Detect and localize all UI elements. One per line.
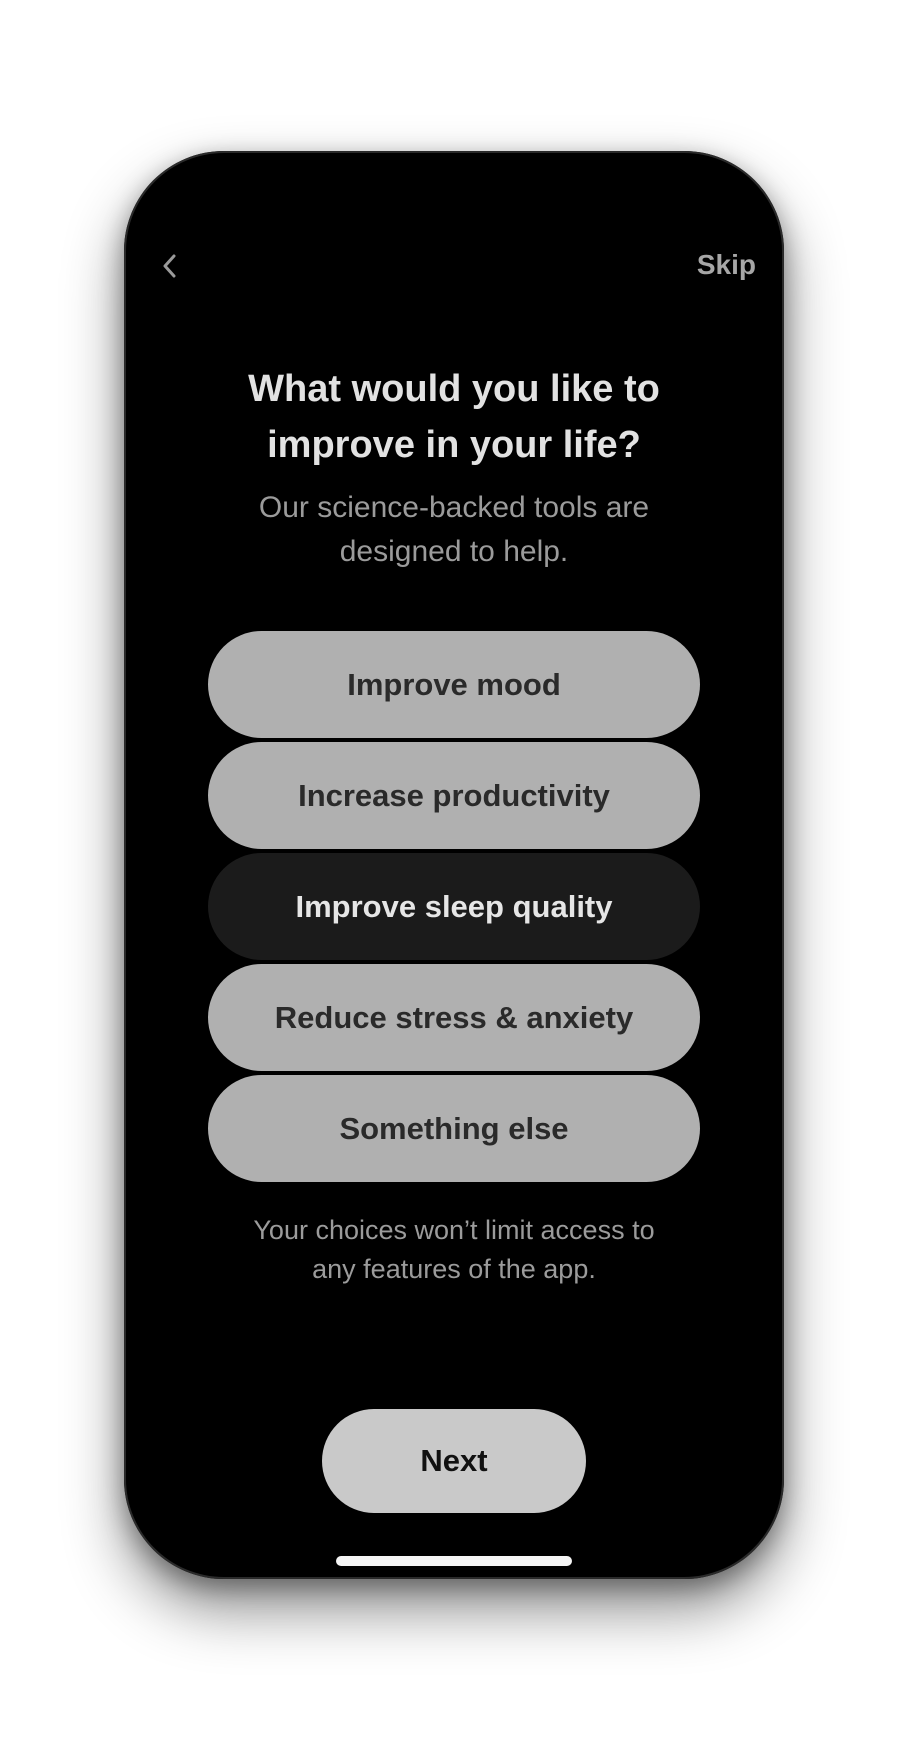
option-improve-mood[interactable]: Improve mood (208, 631, 700, 738)
back-button[interactable] (150, 246, 190, 286)
option-increase-productivity[interactable]: Increase productivity (208, 742, 700, 849)
option-improve-sleep-quality[interactable]: Improve sleep quality (208, 853, 700, 960)
page-title: What would you like to improve in your l… (184, 361, 724, 473)
note-line-2: any features of the app. (312, 1254, 596, 1284)
options-list: Improve mood Increase productivity Impro… (208, 631, 700, 1182)
skip-button[interactable]: Skip (697, 245, 756, 285)
title-line-2: improve in your life? (267, 424, 641, 466)
option-reduce-stress-anxiety[interactable]: Reduce stress & anxiety (208, 964, 700, 1071)
subtitle-line-2: designed to help. (339, 535, 569, 568)
chevron-left-icon (163, 254, 176, 278)
home-indicator[interactable] (336, 1556, 572, 1566)
page-subtitle: Our science-backed tools are designed to… (204, 486, 704, 574)
next-button[interactable]: Next (322, 1409, 586, 1513)
title-line-1: What would you like to (248, 368, 660, 410)
phone-screen: Skip What would you like to improve in y… (124, 151, 784, 1579)
option-something-else[interactable]: Something else (208, 1075, 700, 1182)
note-line-1: Your choices won’t limit access to (253, 1215, 655, 1245)
choices-note: Your choices won’t limit access to any f… (194, 1211, 714, 1289)
subtitle-line-1: Our science-backed tools are (258, 491, 650, 524)
